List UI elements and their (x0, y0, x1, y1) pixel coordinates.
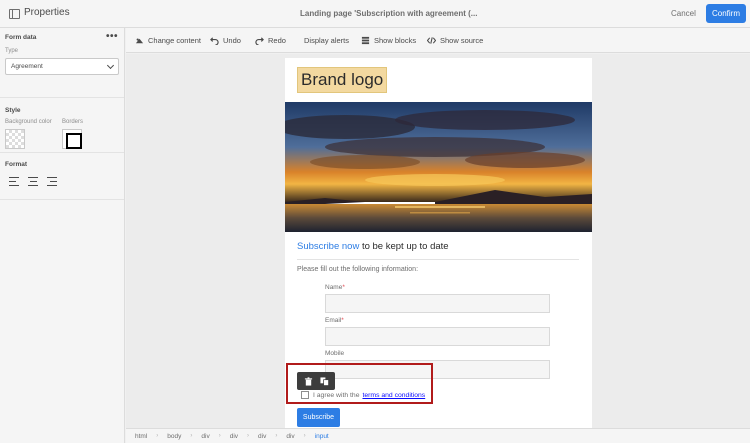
breadcrumb-item[interactable]: div (230, 433, 238, 440)
chevron-right-icon: › (190, 433, 193, 439)
properties-panel: Form data ••• Type Agreement Style Backg… (0, 28, 125, 443)
confirm-button[interactable]: Confirm (706, 4, 746, 23)
align-left-icon[interactable] (9, 177, 19, 187)
display-alerts-button[interactable]: Display alerts (304, 28, 349, 53)
breadcrumb-item[interactable]: body (167, 433, 181, 440)
chevron-right-icon: › (156, 433, 159, 439)
email-label: Email* (325, 317, 344, 324)
email-label-text: Email (325, 317, 342, 324)
headline-text: to be kept up to date (359, 241, 449, 252)
style-title: Style (5, 107, 21, 114)
chevron-right-icon: › (275, 433, 278, 439)
required-marker: * (341, 317, 344, 324)
editor-canvas: Brand logo Subscribe now to be kept up t… (126, 54, 750, 428)
form-data-title: Form data (5, 34, 37, 41)
element-path-breadcrumb: html › body › div › div › div › div › input (126, 428, 750, 443)
document-title: Landing page 'Subscription with agreemen… (300, 9, 478, 18)
type-select-value: Agreement (11, 63, 43, 70)
chevron-down-icon (106, 61, 115, 70)
undo-icon (210, 37, 219, 45)
panel-title: Properties (24, 7, 70, 18)
redo-label: Redo (268, 36, 286, 45)
type-label: Type (5, 48, 19, 54)
align-right-icon[interactable] (47, 177, 57, 187)
headline: Subscribe now to be kept up to date (297, 241, 449, 252)
show-blocks-label: Show blocks (374, 36, 417, 45)
name-label: Name* (325, 284, 345, 291)
subscribe-now-link[interactable]: Subscribe now (297, 241, 359, 252)
align-center-icon[interactable] (28, 177, 38, 187)
background-color-label: Background color (5, 119, 52, 125)
top-bar: Properties Landing page 'Subscription wi… (0, 0, 750, 28)
required-marker: * (342, 284, 345, 291)
editor-toolbar: Change content Undo Redo Display alerts … (126, 28, 750, 53)
change-content-button[interactable]: Change content (135, 28, 201, 53)
format-title: Format (5, 161, 28, 168)
show-source-label: Show source (440, 36, 484, 45)
email-field[interactable] (325, 327, 550, 346)
intro-text: Please fill out the following informatio… (297, 266, 419, 273)
sunset-landscape-image (285, 102, 592, 232)
redo-button[interactable]: Redo (255, 28, 286, 53)
sidebar-toggle-icon[interactable] (9, 9, 20, 19)
brand-logo[interactable]: Brand logo (297, 67, 388, 93)
change-content-label: Change content (148, 36, 201, 45)
background-color-swatch[interactable] (5, 129, 25, 149)
mobile-label-text: Mobile (325, 350, 345, 357)
borders-label: Borders (62, 119, 84, 125)
trash-icon (304, 376, 312, 386)
show-blocks-button[interactable]: Show blocks (361, 28, 416, 53)
mobile-label: Mobile (325, 350, 344, 357)
form-data-section: Form data ••• Type Agreement (0, 28, 124, 98)
hero-image[interactable] (285, 102, 592, 232)
cancel-button[interactable]: Cancel (665, 6, 702, 22)
breadcrumb-item-current[interactable]: input (315, 433, 329, 440)
undo-label: Undo (223, 36, 241, 45)
duplicate-icon (319, 376, 329, 386)
chevron-right-icon: › (303, 433, 306, 439)
format-section: Format (0, 153, 124, 200)
breadcrumb-item[interactable]: div (258, 433, 266, 440)
name-field[interactable] (325, 294, 550, 313)
show-source-button[interactable]: Show source (427, 28, 483, 53)
element-context-toolbar (297, 372, 335, 390)
undo-button[interactable]: Undo (210, 28, 241, 53)
name-label-text: Name (325, 284, 343, 291)
type-select[interactable]: Agreement (5, 58, 119, 75)
blocks-icon (361, 36, 370, 45)
divider (297, 259, 579, 260)
code-icon (427, 37, 436, 44)
delete-button[interactable] (302, 375, 314, 387)
breadcrumb-item[interactable]: div (286, 433, 294, 440)
chevron-right-icon: › (218, 433, 221, 439)
breadcrumb-item[interactable]: html (135, 433, 147, 440)
redo-icon (255, 37, 264, 45)
style-section: Style Background color Borders (0, 98, 124, 153)
chevron-right-icon: › (247, 433, 250, 439)
change-content-icon (135, 38, 144, 44)
display-alerts-label: Display alerts (304, 36, 350, 45)
duplicate-button[interactable] (318, 375, 330, 387)
more-options-icon[interactable]: ••• (106, 31, 118, 42)
breadcrumb-item[interactable]: div (201, 433, 209, 440)
subscribe-button[interactable]: Subscribe (297, 408, 340, 427)
borders-swatch[interactable] (62, 129, 82, 149)
